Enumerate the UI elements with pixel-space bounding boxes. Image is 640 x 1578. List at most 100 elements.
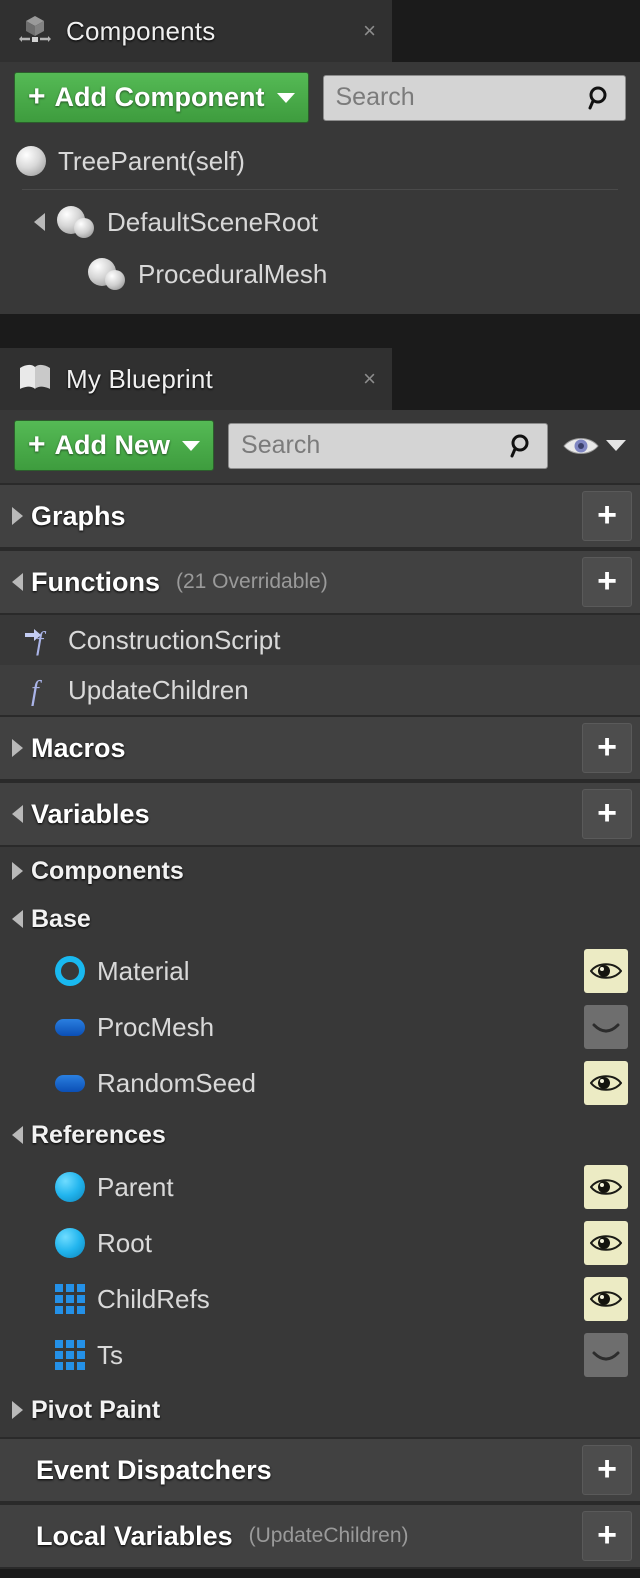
variable-row-root[interactable]: Root (0, 1215, 640, 1271)
section-graphs[interactable]: Graphs + (0, 483, 640, 549)
variable-category-label: Pivot Paint (31, 1395, 161, 1424)
component-label: ProceduralMesh (138, 258, 328, 289)
add-component-label: Add Component (54, 82, 265, 112)
plus-icon: + (28, 428, 46, 462)
components-panel: Components × + Add Component Search Tree… (0, 0, 640, 314)
function-label: ConstructionScript (68, 624, 281, 655)
section-local-variables-label: Local Variables (36, 1520, 233, 1551)
visibility-toggle-eye-open-icon[interactable] (584, 1061, 628, 1105)
my-blueprint-panel: My Blueprint × + Add New Search Graphs +… (0, 348, 640, 1569)
expander-closed-icon[interactable] (12, 507, 23, 525)
variable-label: Material (97, 955, 190, 986)
component-row-procedural-mesh[interactable]: ProceduralMesh (0, 248, 640, 300)
section-variables-label: Variables (31, 798, 150, 829)
expander-open-icon[interactable] (34, 213, 45, 231)
my-blueprint-body: + Add New Search Graphs + Functions (21 … (0, 410, 640, 1569)
expander-open-icon[interactable] (12, 910, 23, 928)
add-local-variable-button[interactable]: + (582, 1511, 632, 1561)
book-icon (18, 362, 52, 397)
components-toolbar: + Add Component Search (0, 62, 640, 135)
section-macros-label: Macros (31, 732, 126, 763)
add-component-button[interactable]: + Add Component (14, 72, 309, 123)
component-row-self[interactable]: TreeParent(self) (0, 135, 640, 187)
variable-category-references[interactable]: References (0, 1111, 640, 1159)
function-override-icon: f (22, 623, 56, 657)
function-row-update-children[interactable]: f UpdateChildren (0, 665, 640, 715)
my-blueprint-tabstrip: My Blueprint × (0, 348, 640, 410)
svg-text:f: f (31, 676, 42, 707)
tab-my-blueprint[interactable]: My Blueprint × (0, 348, 392, 410)
eye-open-icon (562, 434, 600, 458)
expander-closed-icon[interactable] (12, 862, 23, 880)
add-macro-button[interactable]: + (582, 723, 632, 773)
close-icon[interactable]: × (333, 368, 376, 390)
function-row-construction-script[interactable]: f ConstructionScript (0, 615, 640, 665)
variable-category-pivot-paint[interactable]: Pivot Paint (0, 1383, 640, 1437)
variable-row-ts[interactable]: Ts (0, 1327, 640, 1383)
section-macros[interactable]: Macros + (0, 715, 640, 781)
variable-row-parent[interactable]: Parent (0, 1159, 640, 1215)
tab-components-label: Components (66, 15, 216, 46)
components-tree: TreeParent(self) DefaultSceneRoot Proced… (0, 135, 640, 314)
variable-label: RandomSeed (97, 1067, 256, 1098)
components-search-placeholder: Search (335, 83, 415, 111)
search-icon (587, 85, 613, 111)
variable-row-material[interactable]: Material (0, 943, 640, 999)
add-variable-button[interactable]: + (582, 789, 632, 839)
component-label: TreeParent(self) (58, 145, 245, 176)
search-icon (509, 433, 535, 459)
variable-label: Parent (97, 1171, 174, 1202)
close-icon[interactable]: × (333, 20, 376, 42)
component-label: DefaultSceneRoot (107, 206, 319, 237)
function-icon: f (22, 673, 56, 707)
variable-category-base[interactable]: Base (0, 895, 640, 943)
plus-icon: + (28, 80, 46, 114)
section-event-dispatchers-label: Event Dispatchers (36, 1454, 272, 1485)
visibility-toggle-eye-open-icon[interactable] (584, 1165, 628, 1209)
tab-components[interactable]: Components × (0, 0, 392, 62)
tree-separator (22, 189, 618, 190)
expander-open-icon[interactable] (12, 573, 23, 591)
object-capsule-icon (55, 1018, 85, 1036)
visibility-options-button[interactable] (562, 434, 626, 458)
visibility-toggle-eye-open-icon[interactable] (584, 949, 628, 993)
component-row-scene-root[interactable]: DefaultSceneRoot (0, 196, 640, 248)
visibility-toggle-eye-closed-icon[interactable] (584, 1333, 628, 1377)
tab-my-blueprint-label: My Blueprint (66, 363, 213, 394)
variable-label: Ts (97, 1339, 123, 1370)
add-event-dispatcher-button[interactable]: + (582, 1445, 632, 1495)
visibility-toggle-eye-closed-icon[interactable] (584, 1005, 628, 1049)
visibility-toggle-eye-open-icon[interactable] (584, 1277, 628, 1321)
components-search-input[interactable]: Search (322, 74, 626, 121)
scene-root-icon (57, 206, 95, 238)
section-local-variables-sublabel: (UpdateChildren) (248, 1524, 409, 1547)
add-function-button[interactable]: + (582, 557, 632, 607)
section-local-variables[interactable]: Local Variables (UpdateChildren) + (0, 1503, 640, 1569)
variable-row-randomseed[interactable]: RandomSeed (0, 1055, 640, 1111)
variable-category-label: Components (31, 856, 184, 885)
expander-closed-icon[interactable] (12, 739, 23, 757)
add-new-label: Add New (54, 430, 171, 460)
object-ref-ring-icon (55, 956, 85, 986)
object-ball-icon (55, 1172, 85, 1202)
variable-row-procmesh[interactable]: ProcMesh (0, 999, 640, 1055)
section-functions[interactable]: Functions (21 Overridable) + (0, 549, 640, 615)
section-variables[interactable]: Variables + (0, 781, 640, 847)
variable-row-childrefs[interactable]: ChildRefs (0, 1271, 640, 1327)
expander-closed-icon[interactable] (12, 1401, 23, 1419)
chevron-down-icon (182, 440, 201, 451)
section-event-dispatchers[interactable]: Event Dispatchers + (0, 1437, 640, 1503)
function-label: UpdateChildren (68, 674, 249, 705)
add-graph-button[interactable]: + (582, 491, 632, 541)
section-functions-sublabel: (21 Overridable) (176, 570, 328, 593)
expander-open-icon[interactable] (12, 805, 23, 823)
visibility-toggle-eye-open-icon[interactable] (584, 1221, 628, 1265)
expander-open-icon[interactable] (12, 1126, 23, 1144)
chevron-down-icon (276, 92, 295, 103)
add-new-button[interactable]: + Add New (14, 420, 215, 471)
section-functions-label: Functions (31, 566, 160, 597)
variable-category-label: Base (31, 904, 91, 933)
variable-category-components[interactable]: Components (0, 847, 640, 895)
my-blueprint-search-input[interactable]: Search (228, 422, 548, 469)
svg-text:f: f (36, 627, 47, 656)
